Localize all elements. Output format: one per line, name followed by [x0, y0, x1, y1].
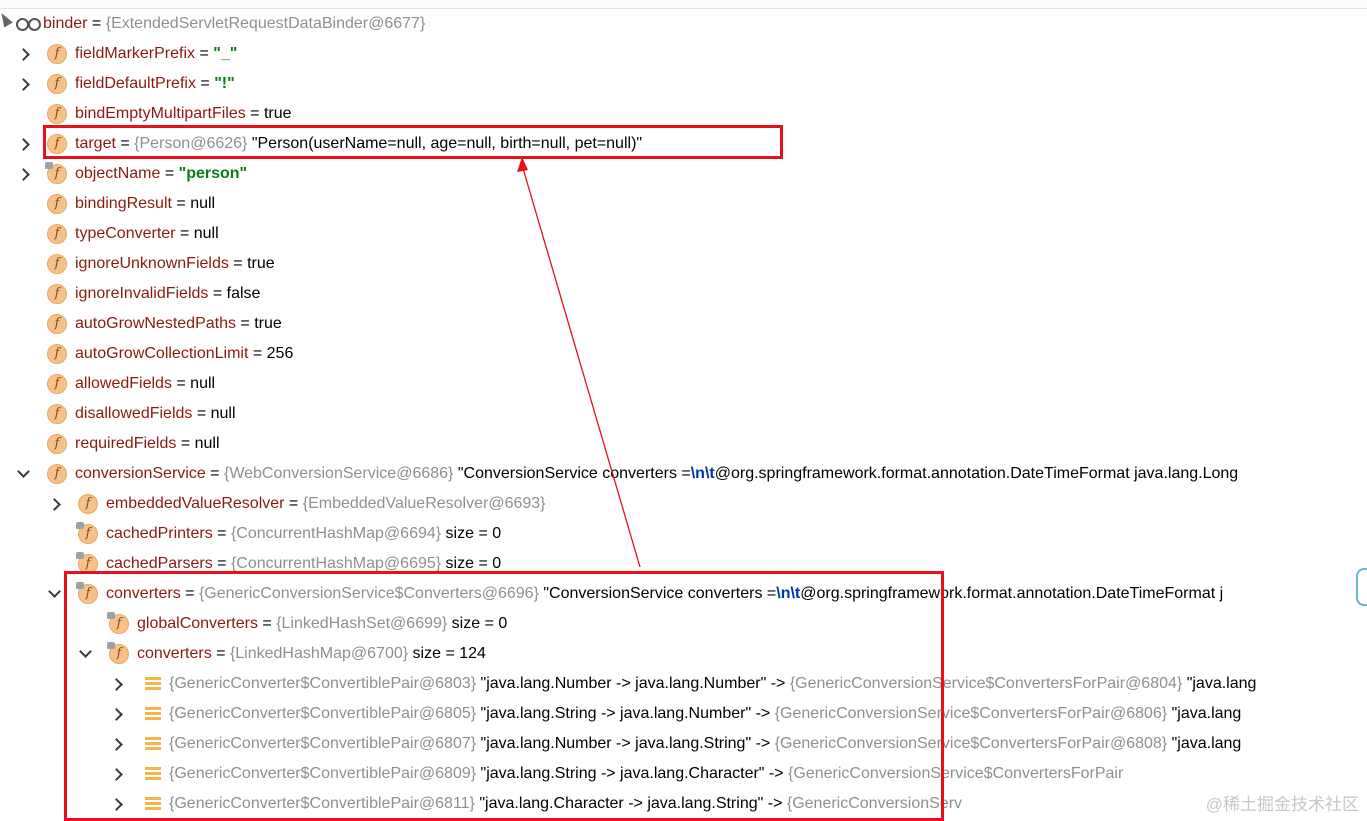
- annotation-arrow-head: [517, 157, 528, 172]
- watermark: @稀土掘金技术社区: [1205, 795, 1359, 814]
- annotation-arrow-line: [521, 164, 641, 568]
- annotation-arrow: [517, 157, 641, 568]
- scroll-handle[interactable]: [1356, 568, 1367, 606]
